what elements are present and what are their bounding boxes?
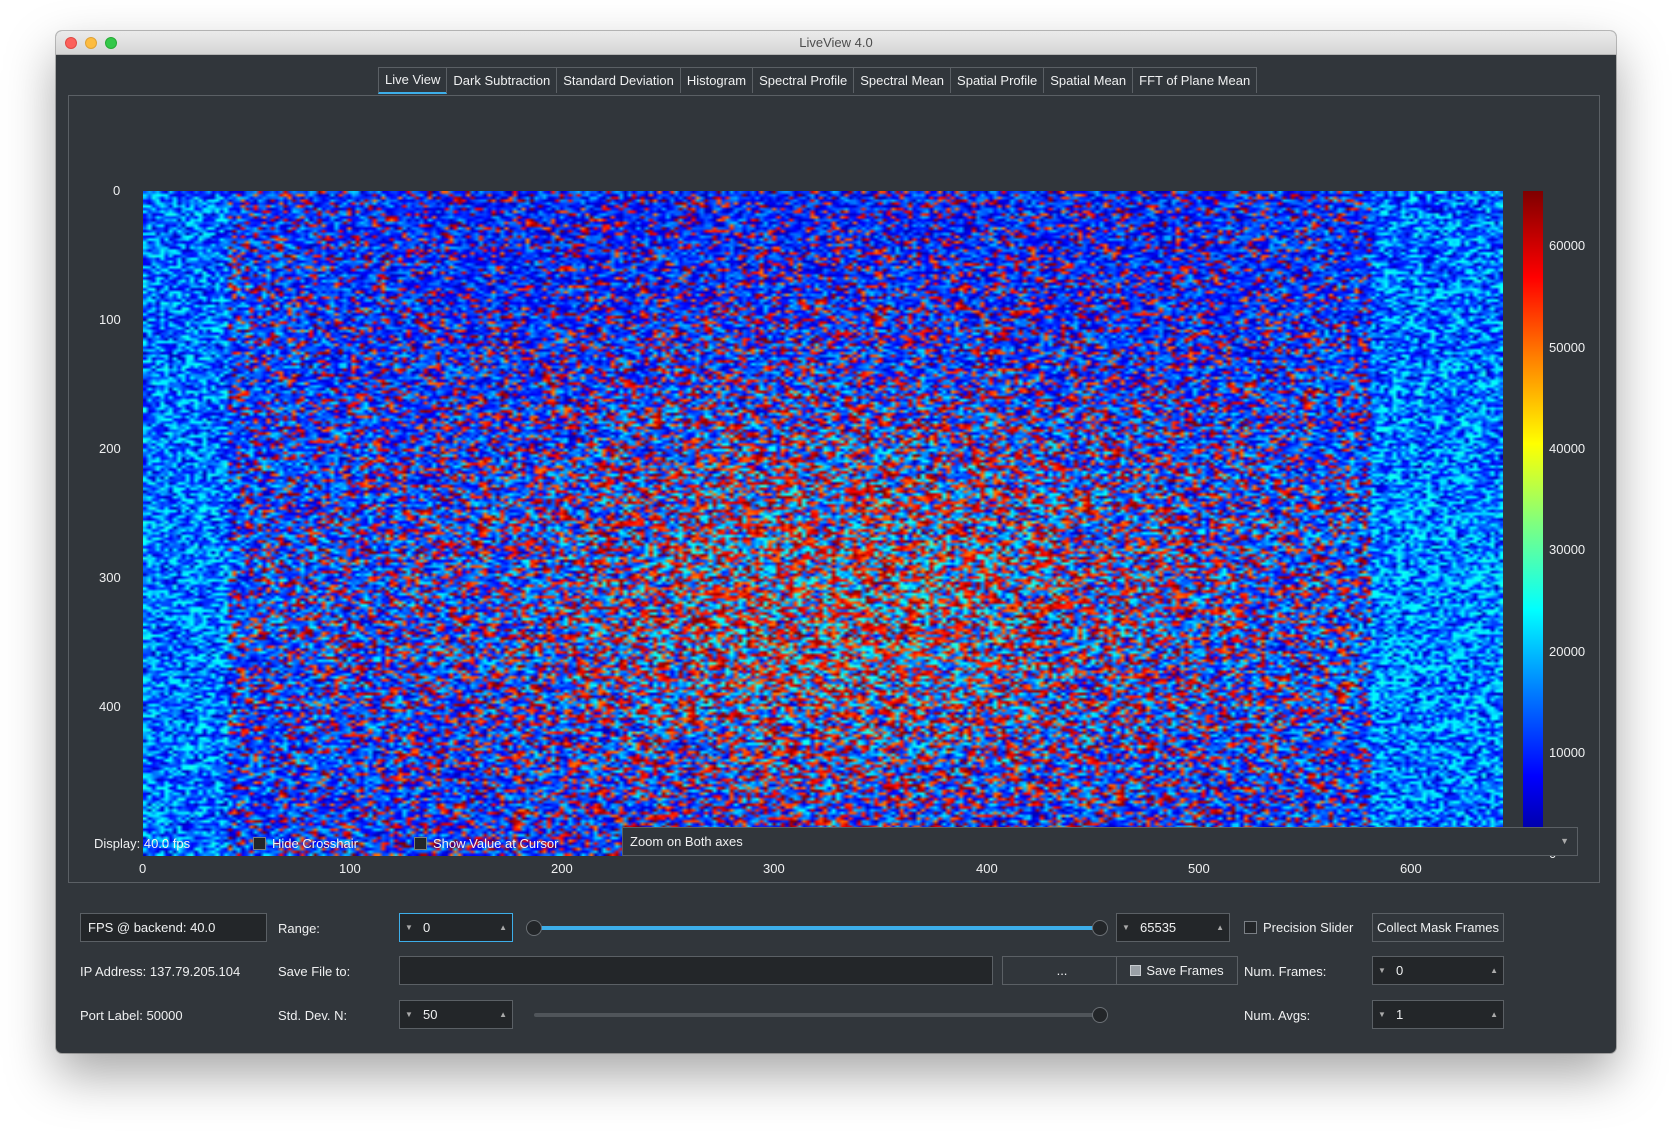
y-tick-label: 300	[99, 570, 121, 585]
chevron-down-icon: ▼	[1560, 836, 1569, 846]
zoom-mode-dropdown[interactable]: Zoom on Both axes ▼	[622, 827, 1578, 856]
decrement-icon[interactable]: ▼	[1122, 914, 1130, 941]
tab-histogram[interactable]: Histogram	[679, 67, 754, 93]
tab-dark-subtraction[interactable]: Dark Subtraction	[446, 67, 558, 93]
y-tick-label: 100	[99, 312, 121, 327]
tab-bar: Live View Dark Subtraction Standard Devi…	[378, 67, 1258, 94]
x-tick-label: 100	[339, 861, 361, 876]
std-dev-spinbox[interactable]: ▼ 50 ▲	[399, 1000, 513, 1029]
colorbar-tick-label: 50000	[1549, 340, 1586, 355]
y-tick-label: 200	[99, 441, 121, 456]
y-tick-label: 400	[99, 699, 121, 714]
colorbar-tick-label: 30000	[1549, 542, 1586, 557]
range-max-spinbox[interactable]: ▼ 65535 ▲	[1116, 913, 1230, 942]
decrement-icon[interactable]: ▼	[405, 914, 413, 941]
title-bar: LiveView 4.0	[56, 31, 1616, 55]
precision-slider-checkbox[interactable]: Precision Slider	[1244, 920, 1353, 935]
show-value-label: Show Value at Cursor	[433, 836, 559, 851]
num-frames-spinbox[interactable]: ▼ 0 ▲	[1372, 956, 1504, 985]
std-dev-slider-track[interactable]	[534, 1013, 1100, 1017]
live-image-heatmap[interactable]	[143, 191, 1503, 856]
decrement-icon[interactable]: ▼	[1378, 957, 1386, 984]
port-label: Port Label: 50000	[80, 1008, 183, 1023]
tab-spatial-mean[interactable]: Spatial Mean	[1043, 67, 1134, 93]
range-min-spinbox[interactable]: ▼ 0 ▲	[399, 913, 513, 942]
range-min-value: 0	[423, 920, 431, 935]
save-disk-icon	[1130, 965, 1142, 976]
save-file-label: Save File to:	[278, 964, 351, 979]
save-frames-button[interactable]: Save Frames	[1116, 956, 1238, 985]
hide-crosshair-label: Hide Crosshair	[272, 836, 358, 851]
save-frames-label: Save Frames	[1146, 963, 1224, 978]
num-frames-label: Num. Frames:	[1244, 964, 1327, 979]
checkbox-box[interactable]	[253, 837, 266, 850]
tab-fft-of-plane-mean[interactable]: FFT of Plane Mean	[1132, 67, 1258, 93]
display-fps: Display: 40.0 fps	[94, 836, 191, 851]
x-tick-label: 200	[551, 861, 573, 876]
live-view-panel: 0 100 200 300 400 0 100 200 300 400 500 …	[68, 95, 1600, 883]
collect-mask-frames-button[interactable]: Collect Mask Frames	[1372, 913, 1504, 942]
increment-icon[interactable]: ▲	[1490, 957, 1498, 984]
y-tick-label: 0	[113, 183, 121, 198]
std-dev-label: Std. Dev. N:	[278, 1008, 348, 1023]
increment-icon[interactable]: ▲	[499, 1001, 507, 1028]
num-avgs-value: 1	[1396, 1007, 1404, 1022]
save-file-input[interactable]	[399, 956, 993, 985]
browse-button[interactable]: ...	[1002, 956, 1122, 985]
std-dev-slider-handle[interactable]	[1092, 1007, 1108, 1023]
hide-crosshair-checkbox[interactable]: Hide Crosshair	[253, 836, 358, 851]
ip-address: IP Address: 137.79.205.104	[80, 964, 241, 979]
std-dev-value: 50	[423, 1007, 438, 1022]
zoom-mode-value: Zoom on Both axes	[630, 834, 743, 849]
checkbox-box[interactable]	[1244, 921, 1257, 934]
tab-standard-deviation[interactable]: Standard Deviation	[556, 67, 681, 93]
tab-spatial-profile[interactable]: Spatial Profile	[950, 67, 1045, 93]
colorbar-tick-label: 60000	[1549, 238, 1586, 253]
colorbar	[1523, 191, 1543, 856]
x-tick-label: 300	[763, 861, 785, 876]
colorbar-tick-label: 10000	[1549, 745, 1586, 760]
tab-spectral-mean[interactable]: Spectral Mean	[853, 67, 952, 93]
heatmap-canvas[interactable]	[143, 191, 1503, 856]
colorbar-tick-label: 40000	[1549, 441, 1586, 456]
increment-icon[interactable]: ▲	[1490, 1001, 1498, 1028]
range-slider-min-handle[interactable]	[526, 920, 542, 936]
range-max-value: 65535	[1140, 920, 1177, 935]
num-frames-value: 0	[1396, 963, 1404, 978]
range-slider-max-handle[interactable]	[1092, 920, 1108, 936]
decrement-icon[interactable]: ▼	[1378, 1001, 1386, 1028]
increment-icon[interactable]: ▲	[1216, 914, 1224, 941]
x-tick-label: 400	[976, 861, 998, 876]
tab-live-view[interactable]: Live View	[378, 67, 448, 94]
num-avgs-label: Num. Avgs:	[1244, 1008, 1311, 1023]
window-title: LiveView 4.0	[799, 35, 873, 50]
tab-spectral-profile[interactable]: Spectral Profile	[752, 67, 855, 93]
increment-icon[interactable]: ▲	[499, 914, 507, 941]
show-value-checkbox[interactable]: Show Value at Cursor	[414, 836, 559, 851]
range-slider-track[interactable]	[534, 926, 1100, 930]
fps-backend-field: FPS @ backend: 40.0	[80, 913, 267, 942]
main-window: LiveView 4.0 Live View Dark Subtraction …	[56, 31, 1616, 1053]
range-label: Range:	[278, 921, 320, 936]
x-tick-label: 500	[1188, 861, 1210, 876]
checkbox-box[interactable]	[414, 837, 427, 850]
x-tick-label: 600	[1400, 861, 1422, 876]
x-tick-label: 0	[139, 861, 147, 876]
precision-slider-label: Precision Slider	[1263, 920, 1354, 935]
decrement-icon[interactable]: ▼	[405, 1001, 413, 1028]
colorbar-tick-label: 20000	[1549, 644, 1586, 659]
num-avgs-spinbox[interactable]: ▼ 1 ▲	[1372, 1000, 1504, 1029]
